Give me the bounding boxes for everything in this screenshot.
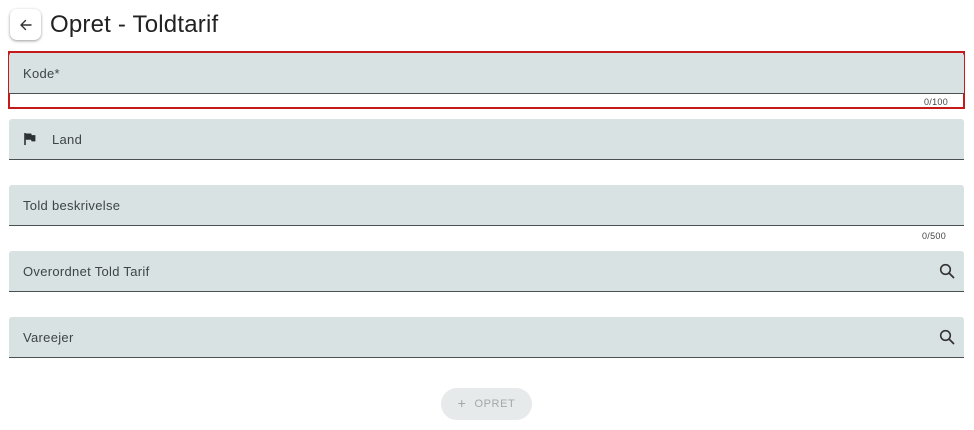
overordnet-field[interactable]: Overordnet Told Tarif [9, 251, 964, 292]
beskrivelse-label: Told beskrivelse [23, 197, 121, 213]
land-label: Land [52, 131, 83, 147]
kode-counter: 0/100 [924, 97, 949, 107]
search-icon[interactable] [939, 263, 955, 279]
vareejer-field[interactable]: Vareejer [9, 317, 964, 358]
page-title: Opret - Toldtarif [50, 10, 219, 38]
arrow-left-icon [19, 19, 32, 30]
back-button[interactable] [10, 9, 41, 40]
kode-field[interactable]: Kode* [9, 53, 964, 94]
vareejer-label: Vareejer [23, 329, 74, 345]
land-field[interactable]: Land [9, 119, 964, 160]
beskrivelse-field[interactable]: Told beskrivelse [9, 185, 964, 226]
search-icon[interactable] [939, 329, 955, 345]
plus-icon: + [457, 395, 467, 411]
overordnet-label: Overordnet Told Tarif [23, 263, 150, 279]
beskrivelse-counter: 0/500 [922, 231, 947, 241]
flag-icon [24, 133, 36, 145]
page-header: Opret - Toldtarif [10, 8, 218, 41]
opret-button[interactable]: + OPRET [441, 388, 532, 420]
kode-label: Kode* [23, 65, 60, 81]
opret-button-label: OPRET [474, 398, 516, 410]
